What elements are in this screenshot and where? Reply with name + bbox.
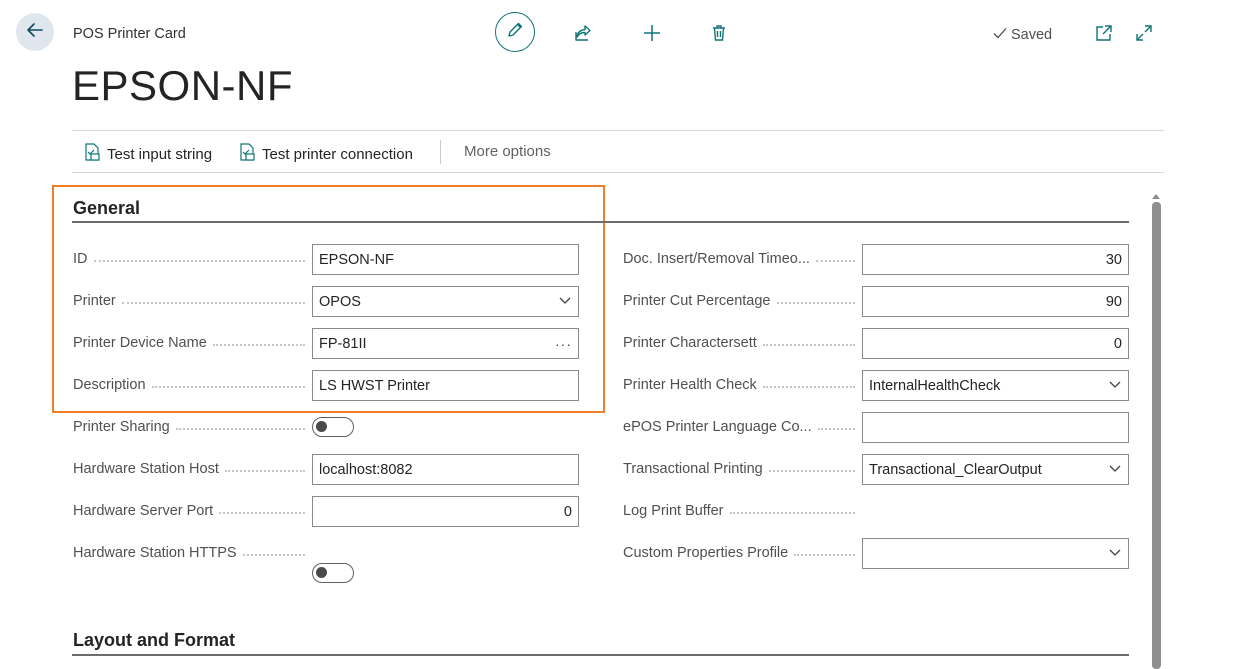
test-input-string-button[interactable]: Test input string	[83, 143, 212, 165]
field-label-id: ID	[73, 251, 305, 267]
doc-timeout-field[interactable]: 30	[862, 244, 1129, 275]
more-options-button[interactable]: More options	[464, 143, 551, 160]
ellipsis-icon[interactable]: ···	[555, 336, 572, 352]
back-button[interactable]	[16, 13, 54, 51]
hw-https-toggle[interactable]	[312, 563, 354, 583]
field-label-hw-https: Hardware Station HTTPS	[73, 545, 305, 561]
plus-icon[interactable]	[639, 20, 665, 46]
expand-icon[interactable]	[1131, 20, 1157, 46]
field-label-cut-percentage: Printer Cut Percentage	[623, 293, 855, 309]
share-icon[interactable]	[570, 20, 596, 46]
edit-pencil-icon	[505, 20, 525, 45]
hw-host-field[interactable]: localhost:8082	[312, 454, 579, 485]
back-arrow-icon	[25, 20, 45, 45]
health-check-select[interactable]: InternalHealthCheck	[862, 370, 1129, 401]
chevron-down-icon	[1108, 377, 1122, 395]
field-label-doc-timeout: Doc. Insert/Removal Timeo...	[623, 251, 855, 267]
chevron-down-icon	[1108, 545, 1122, 563]
transactional-select[interactable]: Transactional_ClearOutput	[862, 454, 1129, 485]
field-label-printer: Printer	[73, 293, 305, 309]
test-doc-icon	[83, 143, 101, 165]
section-divider	[72, 654, 1129, 656]
save-status: Saved	[992, 25, 1052, 45]
field-label-charset: Printer Charactersett	[623, 335, 855, 351]
action-separator	[440, 140, 441, 164]
test-doc-icon	[238, 143, 256, 165]
field-label-device-name: Printer Device Name	[73, 335, 305, 351]
breadcrumb: POS Printer Card	[73, 26, 186, 42]
epos-language-field[interactable]	[862, 412, 1129, 443]
test-input-label: Test input string	[107, 145, 213, 163]
section-divider	[72, 221, 1129, 223]
scrollbar-thumb[interactable]	[1152, 202, 1161, 669]
custom-profile-select[interactable]	[862, 538, 1129, 569]
field-label-printer-sharing: Printer Sharing	[73, 419, 305, 435]
field-label-epos-language: ePOS Printer Language Co...	[623, 419, 855, 435]
printer-sharing-toggle[interactable]	[312, 417, 354, 437]
field-label-hw-port: Hardware Server Port	[73, 503, 305, 519]
toggle-knob	[316, 421, 327, 432]
field-label-hw-host: Hardware Station Host	[73, 461, 305, 477]
trash-icon[interactable]	[706, 20, 732, 46]
save-status-text: Saved	[1011, 27, 1053, 43]
test-connection-label: Test printer connection	[262, 145, 413, 163]
divider	[72, 172, 1164, 173]
chevron-down-icon	[558, 293, 572, 311]
divider	[72, 130, 1164, 131]
open-new-window-icon[interactable]	[1091, 20, 1117, 46]
page-title: EPSON-NF	[72, 62, 294, 109]
field-label-log-buffer: Log Print Buffer	[623, 503, 855, 519]
hw-port-field[interactable]: 0	[312, 496, 579, 527]
section-title-general: General	[73, 198, 141, 218]
field-label-transactional: Transactional Printing	[623, 461, 855, 477]
field-label-custom-profile: Custom Properties Profile	[623, 545, 855, 561]
charset-field[interactable]: 0	[862, 328, 1129, 359]
section-title-layout: Layout and Format	[73, 630, 236, 650]
toggle-knob	[316, 567, 327, 578]
id-field[interactable]: EPSON-NF	[312, 244, 579, 275]
device-name-field[interactable]: FP-81II ···	[312, 328, 579, 359]
test-printer-connection-button[interactable]: Test printer connection	[238, 143, 413, 165]
checkmark-icon	[992, 25, 1008, 45]
cut-percentage-field[interactable]: 90	[862, 286, 1129, 317]
printer-select[interactable]: OPOS	[312, 286, 579, 317]
field-label-description: Description	[73, 377, 305, 393]
description-field[interactable]: LS HWST Printer	[312, 370, 579, 401]
field-label-health-check: Printer Health Check	[623, 377, 855, 393]
edit-button[interactable]	[495, 12, 535, 52]
chevron-down-icon	[1108, 461, 1122, 479]
